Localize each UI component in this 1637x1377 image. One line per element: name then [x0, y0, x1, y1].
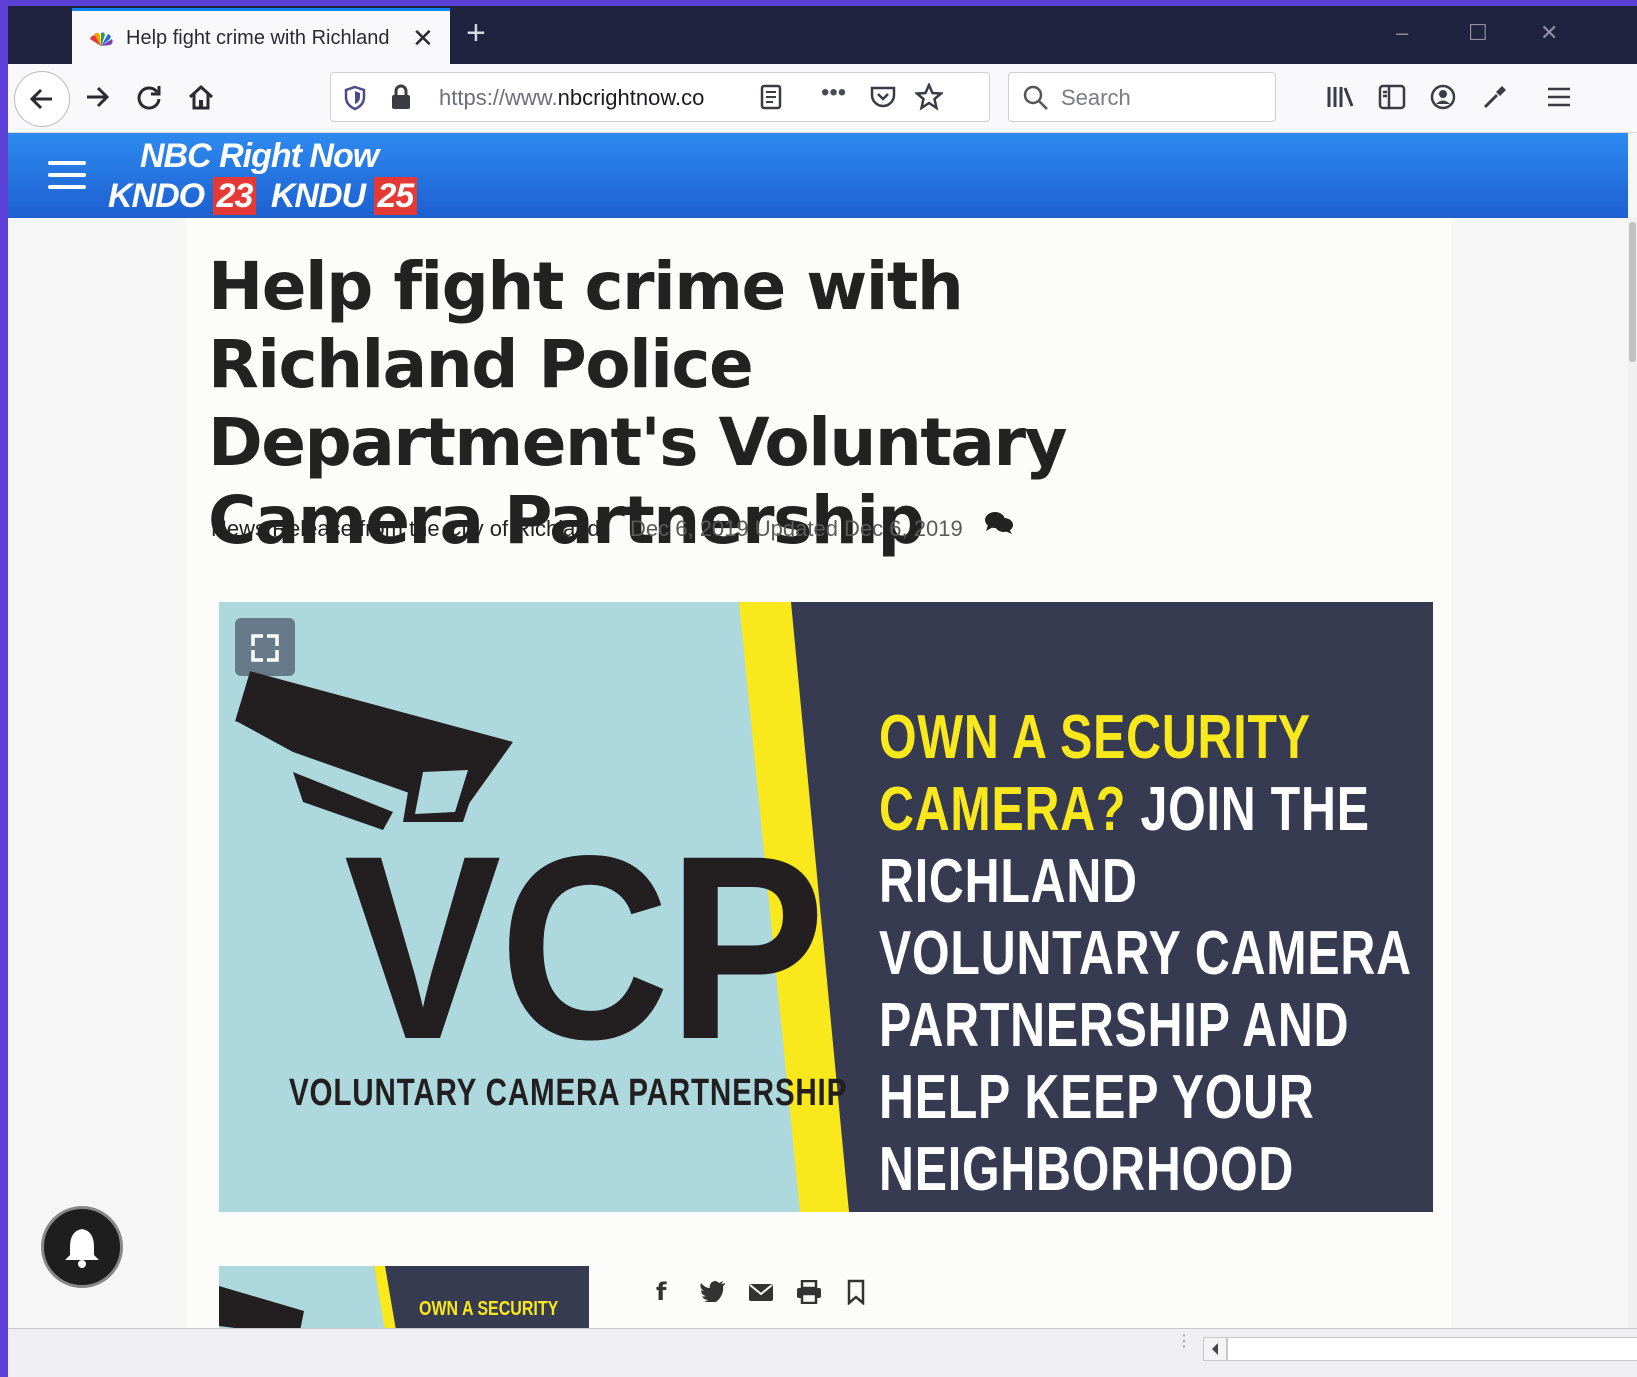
nbc-peacock-icon	[90, 31, 113, 46]
pocket-icon[interactable]	[869, 84, 897, 110]
resize-grip-icon[interactable]: ⋮	[1176, 1334, 1192, 1350]
reload-icon	[137, 86, 161, 110]
url-prefix: https://www.	[439, 85, 558, 110]
library-icon[interactable]	[1326, 84, 1354, 110]
tracking-shield-icon[interactable]	[343, 85, 367, 111]
page-actions-icon[interactable]: •••	[821, 79, 846, 107]
page-content: Help fight crime with Richland Police De…	[8, 218, 1628, 1336]
sidebar-icon[interactable]	[1378, 84, 1406, 110]
email-icon[interactable]	[748, 1282, 774, 1302]
home-icon	[188, 84, 214, 110]
site-menu-icon[interactable]	[48, 161, 86, 197]
arrow-left-icon	[29, 88, 52, 110]
close-window-button[interactable]: ✕	[1540, 20, 1558, 46]
site-logo-stations[interactable]: KNDO 23 KNDU 25	[108, 177, 423, 216]
forward-button[interactable]	[72, 72, 122, 122]
logo-line1: NBC Right Now	[140, 137, 379, 175]
minimize-button[interactable]: –	[1396, 20, 1408, 46]
search-box[interactable]: Search	[1008, 72, 1276, 122]
navigation-toolbar: https://www.nbcrightnow.co ••• Search	[8, 64, 1637, 133]
site-logo[interactable]: NBC Right Now	[140, 137, 379, 176]
thumb-caption: OWN A SECURITY	[419, 1298, 559, 1320]
browser-window: Help fight crime with Richland ✕ + – ☐ ✕…	[8, 6, 1637, 1377]
bell-icon	[65, 1229, 99, 1268]
tab-title: Help fight crime with Richland	[126, 27, 390, 49]
new-tab-button[interactable]: +	[466, 16, 486, 50]
address-bar[interactable]: https://www.nbcrightnow.co •••	[330, 72, 990, 122]
account-icon[interactable]	[1430, 84, 1456, 110]
url-text[interactable]: https://www.nbcrightnow.co	[439, 85, 725, 111]
vcp-acronym: VCP	[344, 801, 825, 1094]
reader-view-icon[interactable]	[759, 83, 783, 111]
logo-kndu: KNDU	[270, 177, 366, 215]
article-headline: Help fight crime with Richland Police De…	[208, 248, 1068, 559]
url-domain: nbcrightnow.co	[557, 85, 705, 110]
hero-image[interactable]: VCP VOLUNTARY CAMERA PARTNERSHIP OWN A S…	[219, 602, 1433, 1212]
logo-23: 23	[212, 177, 257, 215]
article-byline[interactable]: News Release from the City of Richland	[211, 516, 600, 542]
app-menu-icon[interactable]	[1546, 86, 1572, 108]
maximize-button[interactable]: ☐	[1468, 20, 1488, 46]
scroll-left-button[interactable]	[1203, 1337, 1227, 1361]
tab-active[interactable]: Help fight crime with Richland ✕	[72, 8, 450, 66]
bookmark-star-icon[interactable]	[915, 83, 943, 111]
twitter-icon[interactable]	[700, 1280, 726, 1302]
eyedropper-icon[interactable]	[1482, 84, 1508, 110]
close-tab-icon[interactable]: ✕	[412, 23, 434, 54]
home-button[interactable]	[176, 72, 226, 122]
article-dates: Dec 6, 2019 Updated Dec 6, 2019	[630, 516, 963, 541]
logo-kndo: KNDO	[108, 177, 205, 215]
status-bar: ⋮	[8, 1328, 1637, 1377]
horizontal-scrollbar[interactable]	[1227, 1337, 1637, 1361]
back-button[interactable]	[14, 71, 70, 127]
facebook-icon[interactable]: f	[656, 1278, 666, 1306]
gallery-thumbnail[interactable]: OWN A SECURITY	[219, 1266, 589, 1336]
logo-25: 25	[373, 177, 418, 215]
search-icon	[1023, 85, 1048, 110]
vertical-scroll-thumb[interactable]	[1629, 222, 1636, 362]
lock-icon[interactable]	[389, 83, 413, 111]
hero-slogan: OWN A SECURITY CAMERA? JOIN THE RICHLAND…	[879, 702, 1425, 1212]
bookmark-icon[interactable]	[846, 1279, 866, 1305]
reload-button[interactable]	[124, 72, 174, 122]
print-icon[interactable]	[796, 1280, 822, 1304]
caret-left-icon	[1212, 1343, 1218, 1355]
arrow-right-icon	[87, 86, 110, 108]
site-header: NBC Right Now KNDO 23 KNDU 25	[8, 133, 1628, 218]
vcp-subtitle: VOLUNTARY CAMERA PARTNERSHIP	[289, 1072, 848, 1114]
notifications-button[interactable]	[41, 1206, 123, 1288]
tab-bar: Help fight crime with Richland ✕ + – ☐ ✕	[8, 6, 1637, 66]
comments-icon[interactable]	[984, 510, 1014, 536]
vertical-scrollbar[interactable]	[1628, 218, 1637, 1328]
search-placeholder: Search	[1061, 85, 1131, 110]
